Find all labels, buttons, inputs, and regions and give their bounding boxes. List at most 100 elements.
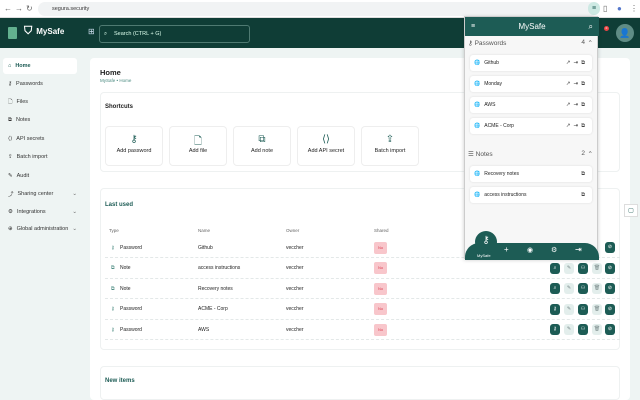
autofill-icon[interactable]: ⇥ (573, 60, 581, 66)
key-icon: ⚷ (111, 326, 115, 333)
copy-icon[interactable]: ⧉ (581, 171, 588, 177)
popup-note-item[interactable]: 🌐 access instructions ⧉ (470, 187, 592, 203)
edit-button[interactable]: ✎ (564, 324, 574, 335)
file-icon: 🗋 (193, 136, 203, 147)
table-row[interactable]: ⧉ Note access instructions veccher No ⌕ ✎… (105, 259, 620, 279)
sidebar-item-audit[interactable]: ✎ Audit (3, 168, 77, 184)
disable-button[interactable]: ⊘ (605, 242, 615, 253)
globe-icon: 🌐 (474, 81, 481, 87)
autofill-icon[interactable]: ⇥ (573, 81, 581, 87)
copy-icon[interactable]: ⧉ (581, 60, 588, 66)
sidebar-item-notes[interactable]: ⧉ Notes (3, 112, 77, 128)
notes-section-header[interactable]: ☰ Notes 2 ⌃ (468, 150, 593, 158)
back-icon[interactable]: ← (4, 4, 12, 13)
shortcut-batch-import[interactable]: ⇪ Batch import (361, 126, 419, 166)
disable-button[interactable]: ⊘ (605, 324, 615, 335)
copy-icon[interactable]: ⧉ (581, 123, 588, 129)
sidebar-item-home[interactable]: ⌂ Home (3, 58, 77, 74)
table-row[interactable]: ⚷ Password ACME - Corp veccher No ⚷ ✎ ⚇ 🗑 ⊘ (105, 300, 620, 320)
apps-grid-icon[interactable]: ⊞ (88, 27, 95, 36)
sidebar-toggle-icon[interactable] (8, 27, 17, 39)
shortcut-add-password[interactable]: ⚷ Add password (105, 126, 163, 166)
share-button[interactable]: ⚇ (578, 303, 588, 315)
copy-icon[interactable]: ⧉ (581, 102, 588, 108)
popup-password-item[interactable]: 🌐 Monday ↗⇥⧉ (470, 76, 592, 92)
view-button[interactable]: ⌕ (550, 262, 560, 274)
chevron-down-icon: ⌄ (72, 209, 77, 215)
key-icon: ⚷ (130, 134, 138, 145)
globe-icon: 🌐 (474, 123, 481, 129)
sidebar-item-global-administration[interactable]: ⊕ Global administration ⌄ (3, 221, 77, 237)
extensions-icon[interactable]: ▯ (603, 4, 607, 13)
table-row[interactable]: ⧉ Note Recovery notes veccher No ⌕ ✎ ⚇ 🗑 ⊘ (105, 279, 620, 299)
logout-icon[interactable]: ⇥ (575, 245, 582, 254)
shortcut-add-file[interactable]: 🗋 Add file (169, 126, 227, 166)
globe-icon: 🌐 (474, 60, 481, 66)
app-logo[interactable]: ⛉ MySafe (24, 25, 64, 38)
chevron-up-icon[interactable]: ⌃ (588, 39, 593, 47)
mysafe-extension-icon[interactable]: ≡ (588, 2, 600, 15)
sidebar-item-batch-import[interactable]: ⇪ Batch import (3, 149, 77, 165)
forward-icon[interactable]: → (15, 4, 23, 13)
disable-button[interactable]: ⊘ (605, 303, 615, 315)
sidebar-item-files[interactable]: 🗋 Files (3, 94, 77, 110)
sidebar-item-api-secrets[interactable]: ⟨⟩ API secrets (3, 131, 77, 147)
key-icon: ⚷ (468, 40, 475, 47)
view-button[interactable]: ⌕ (550, 283, 560, 294)
shortcut-add-note[interactable]: ⧉ Add note (233, 126, 291, 166)
menu-icon[interactable]: ⋮ (630, 4, 638, 13)
delete-button[interactable]: 🗑 (592, 262, 602, 274)
popup-password-item[interactable]: 🌐 Github ↗⇥⧉ (470, 55, 592, 71)
new-items-title: New items (105, 378, 135, 384)
delete-button[interactable]: 🗑 (592, 283, 602, 294)
reload-icon[interactable]: ↻ (26, 4, 33, 13)
share-button[interactable]: ⚇ (578, 262, 588, 274)
profile-icon[interactable]: ● (617, 4, 622, 13)
note-icon: ⧉ (111, 265, 115, 271)
share-icon: ⤴ (8, 192, 14, 198)
disable-button[interactable]: ⊘ (605, 262, 615, 274)
search-icon[interactable]: ⌕ (589, 17, 593, 36)
autofill-icon[interactable]: ⇥ (573, 102, 581, 108)
key-icon[interactable]: ⚷ (475, 231, 497, 253)
chrome-icon[interactable]: ◉ (527, 246, 533, 254)
menu-icon[interactable]: ≡ (471, 17, 475, 36)
passwords-section-header[interactable]: ⚷ Passwords 4 ⌃ (468, 39, 593, 47)
chevron-down-icon: ⌄ (72, 191, 77, 197)
file-icon: 🗋 (8, 98, 13, 105)
popup-password-item[interactable]: 🌐 AWS ↗⇥⧉ (470, 97, 592, 113)
share-button[interactable]: ⚇ (578, 283, 588, 294)
edit-button[interactable]: ✎ (564, 262, 574, 274)
audit-icon: ✎ (8, 173, 13, 179)
share-button[interactable]: ⚇ (578, 324, 588, 335)
search-input[interactable]: ⌕ Search (CTRL + G) (99, 25, 250, 43)
delete-button[interactable]: 🗑 (592, 303, 602, 315)
sidebar-item-passwords[interactable]: ⚷ Passwords (3, 76, 77, 92)
address-bar[interactable]: segura.security (38, 2, 598, 16)
view-button[interactable]: ⚷ (550, 324, 560, 335)
chevron-up-icon[interactable]: ⌃ (588, 150, 593, 158)
shortcut-add-api-secret[interactable]: ⟨⟩ Add API secret (297, 126, 355, 166)
column-header: Name (198, 228, 211, 233)
popup-password-item[interactable]: 🌐 ACME - Corp ↗⇥⧉ (470, 118, 592, 134)
edit-button[interactable]: ✎ (564, 303, 574, 315)
sidebar-item-integrations[interactable]: ⚙ Integrations ⌄ (3, 204, 77, 220)
column-header: Type (109, 228, 119, 233)
copy-icon[interactable]: ⧉ (581, 81, 588, 87)
mysafe-tab-label: MySafe (477, 253, 491, 258)
copy-icon[interactable]: ⧉ (581, 192, 588, 198)
view-button[interactable]: ⚷ (550, 303, 560, 315)
table-row[interactable]: ⚷ Password AWS veccher No ⚷ ✎ ⚇ 🗑 ⊘ (105, 320, 620, 340)
page-title: Home (100, 68, 121, 77)
delete-button[interactable]: 🗑 (592, 324, 602, 335)
autofill-icon[interactable]: ⇥ (573, 123, 581, 129)
avatar[interactable]: 👤 (616, 24, 634, 42)
popup-note-item[interactable]: 🌐 Recovery notes ⧉ (470, 166, 592, 182)
note-icon: ⧉ (8, 116, 12, 123)
disable-button[interactable]: ⊘ (605, 283, 615, 294)
add-icon[interactable]: + (504, 245, 509, 254)
edit-button[interactable]: ✎ (564, 283, 574, 294)
settings-icon[interactable]: ⚙ (551, 246, 557, 254)
sidebar-item-sharing-center[interactable]: ⤴ Sharing center ⌄ (3, 186, 77, 202)
feedback-icon[interactable]: ▢ (624, 204, 638, 217)
